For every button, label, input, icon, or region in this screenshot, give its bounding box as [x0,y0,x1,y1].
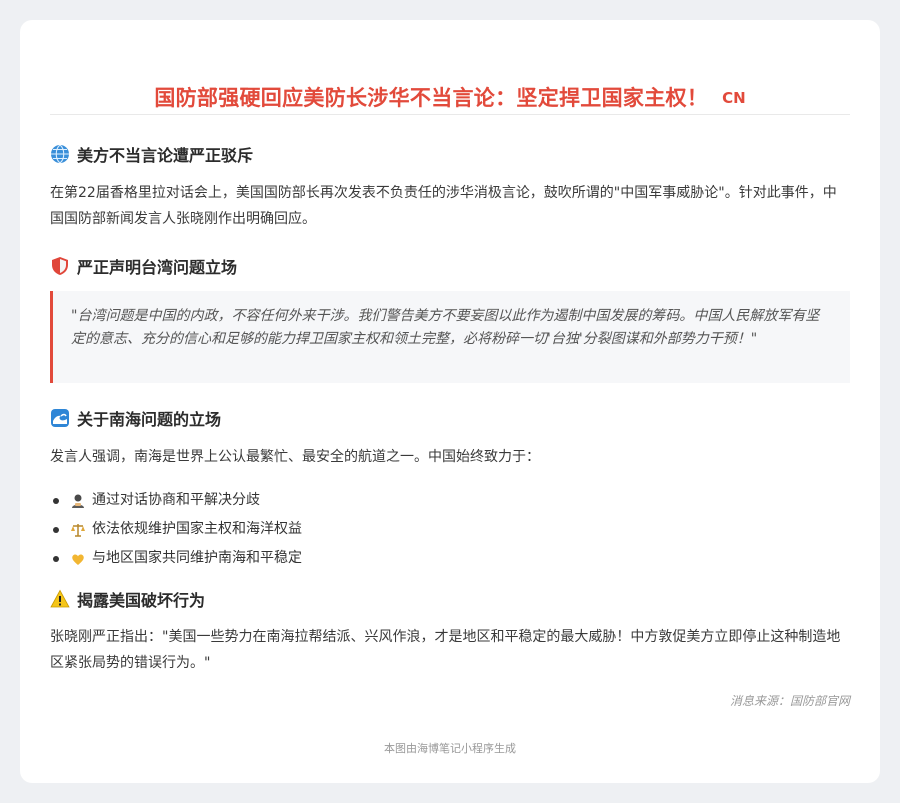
globe-icon [51,144,69,164]
section-heading-text: 揭露美国破坏行为 [77,591,206,610]
language-tag: CN [722,89,746,107]
page-title: 国防部强硬回应美防长涉华不当言论：坚定捍卫国家主权！ [154,86,709,110]
section-heading-taiwan: 严正声明台湾问题立场 [50,254,237,278]
title-row: 国防部强硬回应美防长涉华不当言论：坚定捍卫国家主权！ CN [50,82,850,112]
bullet [53,498,59,504]
section-heading-text: 严正声明台湾问题立场 [77,258,238,277]
section-heading-us-remarks: 美方不当言论遭严正驳斥 [50,142,253,166]
title-divider [50,114,850,115]
bullet [53,556,59,562]
section-heading-us-disruption: 揭露美国破坏行为 [50,587,205,611]
article-card: 国防部强硬回应美防长涉华不当言论：坚定捍卫国家主权！ CN 美方不当言论遭严正驳斥… [20,20,880,783]
section-heading-text: 美方不当言论遭严正驳斥 [77,146,254,165]
list-item: 通过对话协商和平解决分歧 [50,486,850,515]
section-paragraph-us-remarks: 在第22届香格里拉对话会上，美国国防部长再次发表不负责任的涉华消极言论，鼓吹所谓… [50,185,837,227]
scales-icon [71,523,85,537]
taiwan-statement-quote: "台湾问题是中国的内政，不容任何外来干涉。我们警告美方不要妄图以此作为遏制中国发… [50,291,850,383]
news-source: 消息来源：国防部官网 [729,694,850,708]
heart-hands-icon [72,553,84,565]
section-paragraph-south-china-sea: 发言人强调，南海是世界上公认最繁忙、最安全的航道之一。中国始终致力于： [50,449,540,465]
list-item-text: 通过对话协商和平解决分歧 [92,492,260,508]
bullet [53,527,59,533]
list-item-text: 与地区国家共同维护南海和平稳定 [92,550,302,566]
list-item: 与地区国家共同维护南海和平稳定 [50,544,850,573]
shield-icon [52,257,68,275]
generated-by-footer: 本图由海博笔记小程序生成 [384,742,516,755]
section-heading-south-china-sea: 关于南海问题的立场 [50,406,221,430]
commitment-list: 通过对话协商和平解决分歧 依法依规维护国家主权和海洋权益 与地区国家共同维护南海… [50,486,850,573]
warning-icon [50,589,70,608]
section-paragraph-us-disruption: 张晓刚严正指出："美国一些势力在南海拉帮结派、兴风作浪，才是地区和平稳定的最大威… [50,629,841,671]
handshake-person-icon [72,494,84,508]
list-item-text: 依法依规维护国家主权和海洋权益 [92,521,302,537]
section-heading-text: 关于南海问题的立场 [77,410,222,429]
list-item: 依法依规维护国家主权和海洋权益 [50,515,850,544]
wave-icon [51,409,69,427]
